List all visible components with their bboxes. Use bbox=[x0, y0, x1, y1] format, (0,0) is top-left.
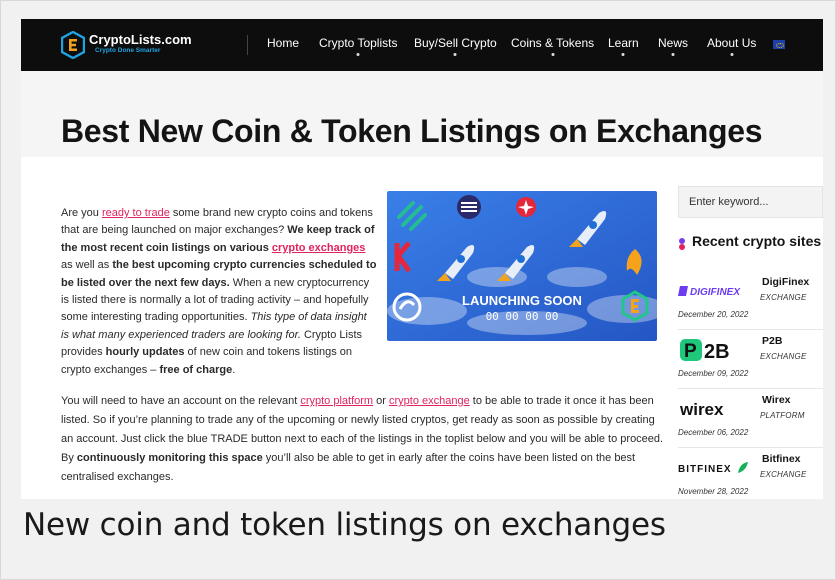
recent-site-item[interactable]: wirex Wirex PLATFORM December 06, 2022 bbox=[678, 390, 823, 448]
recent-site-item[interactable]: BITFINEX Bitfinex EXCHANGE November 28, … bbox=[678, 449, 823, 499]
recent-site-item[interactable]: P 2B P2B EXCHANGE December 09, 2022 bbox=[678, 331, 823, 389]
site-type: EXCHANGE bbox=[760, 293, 807, 302]
site-logo[interactable]: CryptoLists.com Crypto Done Smarter bbox=[61, 31, 221, 61]
site-type: PLATFORM bbox=[760, 411, 805, 420]
bullet-icon bbox=[679, 238, 685, 250]
website-screenshot: CryptoLists.com Crypto Done Smarter Home… bbox=[21, 19, 823, 499]
nav-coins-tokens[interactable]: Coins & Tokens bbox=[511, 36, 595, 56]
sidebar: Recent crypto sites DIGIFINEX DigiFinex … bbox=[678, 186, 823, 499]
nav-home[interactable]: Home bbox=[267, 36, 299, 50]
eu-flag-icon[interactable] bbox=[773, 40, 785, 49]
nav-news[interactable]: News bbox=[658, 36, 689, 56]
bitfinex-logo-icon: BITFINEX bbox=[678, 462, 748, 475]
svg-text:2B: 2B bbox=[704, 341, 730, 361]
nav-home-label: Home bbox=[267, 36, 300, 50]
launching-soon-banner: LAUNCHING SOON 00 00 00 00 bbox=[387, 191, 657, 341]
svg-text:P: P bbox=[684, 341, 697, 361]
nav-news-label: News bbox=[658, 36, 689, 50]
image-frame: CryptoLists.com Crypto Done Smarter Home… bbox=[0, 0, 836, 580]
search-input[interactable] bbox=[689, 196, 814, 208]
site-name: P2B bbox=[762, 335, 783, 347]
body-paragraph: You will need to have an account on the … bbox=[61, 395, 664, 483]
site-date: November 28, 2022 bbox=[678, 487, 749, 496]
dropdown-caret-icon bbox=[730, 53, 734, 56]
site-date: December 20, 2022 bbox=[678, 310, 749, 319]
link-ready-to-trade[interactable]: ready to trade bbox=[102, 207, 170, 219]
recent-sites-title: Recent crypto sites bbox=[692, 233, 822, 249]
nav-buy-sell-label: Buy/Sell Crypto bbox=[414, 36, 497, 50]
recent-site-item[interactable]: DIGIFINEX DigiFinex EXCHANGE December 20… bbox=[678, 272, 823, 330]
search-box bbox=[678, 186, 823, 218]
nav-about-us[interactable]: About Us bbox=[707, 36, 757, 56]
nav-learn-label: Learn bbox=[608, 36, 639, 50]
intro-paragraph: Are you ready to trade some brand new cr… bbox=[61, 207, 377, 376]
link-crypto-exchange[interactable]: crypto exchange bbox=[389, 395, 470, 407]
nav-coins-tokens-label: Coins & Tokens bbox=[511, 36, 595, 50]
site-name: Bitfinex bbox=[762, 453, 801, 465]
logo-badge-icon bbox=[61, 31, 85, 59]
site-name: Wirex bbox=[762, 394, 791, 406]
svg-text:BITFINEX: BITFINEX bbox=[678, 464, 732, 475]
link-crypto-platform[interactable]: crypto platform bbox=[300, 395, 373, 407]
nav-about-us-label: About Us bbox=[707, 36, 757, 50]
nav-learn[interactable]: Learn bbox=[608, 36, 639, 56]
digifinex-logo-icon: DIGIFINEX bbox=[678, 286, 741, 298]
nav-crypto-toplists[interactable]: Crypto Toplists bbox=[319, 36, 398, 56]
site-type: EXCHANGE bbox=[760, 470, 807, 479]
dropdown-caret-icon bbox=[551, 53, 555, 56]
image-caption: New coin and token listings on exchanges bbox=[23, 507, 666, 543]
nav-divider bbox=[247, 35, 248, 55]
wirex-logo-icon: wirex bbox=[679, 400, 724, 419]
dropdown-caret-icon bbox=[356, 53, 360, 56]
launching-soon-illustration: LAUNCHING SOON 00 00 00 00 bbox=[387, 191, 657, 341]
page-title: Best New Coin & Token Listings on Exchan… bbox=[61, 113, 763, 149]
site-date: December 09, 2022 bbox=[678, 369, 749, 378]
logo-name: CryptoLists.com bbox=[89, 32, 192, 47]
site-type: EXCHANGE bbox=[760, 352, 807, 361]
link-crypto-exchanges[interactable]: crypto exchanges bbox=[272, 242, 366, 254]
nav-buy-sell-crypto[interactable]: Buy/Sell Crypto bbox=[414, 36, 497, 56]
logo-tagline: Crypto Done Smarter bbox=[95, 47, 161, 54]
top-navbar: CryptoLists.com Crypto Done Smarter Home… bbox=[21, 19, 823, 71]
site-date: December 06, 2022 bbox=[678, 428, 749, 437]
dropdown-caret-icon bbox=[453, 53, 457, 56]
dropdown-caret-icon bbox=[671, 53, 675, 56]
site-name: DigiFinex bbox=[762, 276, 810, 288]
dropdown-caret-icon bbox=[621, 53, 625, 56]
svg-text:wirex: wirex bbox=[679, 400, 724, 419]
banner-launching-text: LAUNCHING SOON bbox=[462, 293, 582, 308]
banner-countdown: 00 00 00 00 bbox=[486, 310, 559, 323]
svg-text:DIGIFINEX: DIGIFINEX bbox=[690, 287, 741, 298]
p2b-logo-icon: P 2B bbox=[680, 339, 730, 361]
nav-crypto-toplists-label: Crypto Toplists bbox=[319, 36, 398, 50]
